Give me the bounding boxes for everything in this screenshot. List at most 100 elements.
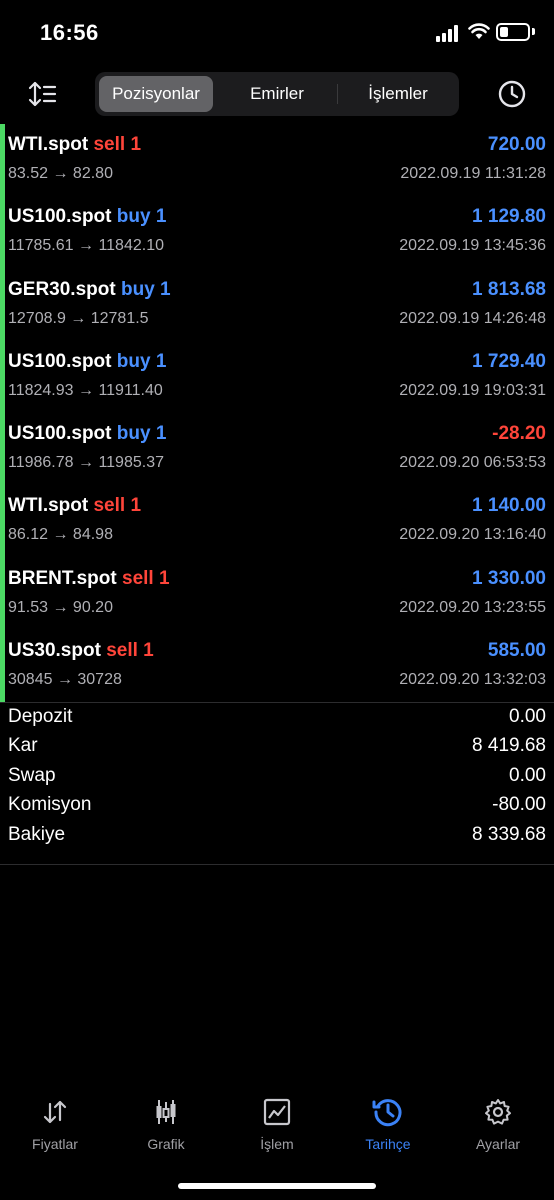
trade-prices: 11824.93 → 11911.40: [8, 381, 163, 399]
tab-emirler[interactable]: Emirler: [219, 76, 335, 112]
trade-side: buy 1: [116, 423, 167, 445]
tab-grafik[interactable]: Grafik: [111, 1090, 221, 1160]
tab-ayarlar[interactable]: Ayarlar: [443, 1090, 553, 1160]
trade-row[interactable]: GER30.spot buy 1 1 813.68 12708.9 → 12781.…: [0, 268, 554, 341]
trade-prices: 86.12 → 84.98: [8, 526, 113, 544]
tab-tarihce[interactable]: Tarihçe: [333, 1090, 443, 1160]
summary-bottom-divider: [0, 864, 554, 865]
trade-time: 2022.09.20 13:23:55: [399, 598, 546, 616]
summary-value: 8 339.68: [472, 823, 546, 845]
cellular-signal-icon: [436, 24, 462, 42]
trade-profit: 1 140.00: [472, 495, 546, 517]
home-indicator: [178, 1183, 376, 1189]
trade-profit: 1 129.80: [472, 206, 546, 228]
segmented-control: Pozisyonlar Emirler İşlemler: [95, 72, 459, 116]
trade-time: 2022.09.19 14:26:48: [399, 309, 546, 327]
trade-side: sell 1: [93, 495, 142, 517]
trade-prices: 83.52 → 82.80: [8, 165, 113, 182]
quotes-arrows-icon: [43, 1100, 67, 1124]
trade-title: US30.spot sell 1: [8, 640, 154, 662]
trade-row[interactable]: US100.spot buy 1 1 129.80 11785.61 → 11842…: [0, 196, 554, 269]
segment-divider: [337, 84, 338, 104]
trade-profit: 1 330.00: [472, 567, 546, 589]
trade-symbol: GER30.spot: [8, 278, 116, 300]
tab-pozisyonlar[interactable]: Pozisyonlar: [99, 76, 213, 112]
summary-row-kar: Kar 8 419.68: [0, 732, 554, 761]
trade-line-chart-icon: [263, 1098, 291, 1126]
trade-prices: 11785.61 → 11842.10: [8, 237, 164, 255]
trade-prices: 12708.9 → 12781.5: [8, 309, 149, 327]
trade-title: US100.spot buy 1: [8, 423, 166, 445]
top-bar: Pozisyonlar Emirler İşlemler: [0, 70, 554, 118]
summary-label: Kar: [8, 735, 38, 757]
trade-title: BRENT.spot sell 1: [8, 568, 170, 590]
trade-symbol: WTI.spot: [8, 134, 89, 155]
trade-profit: -28.20: [492, 423, 546, 445]
battery-tip: [532, 28, 535, 35]
trade-row[interactable]: WTI.spot sell 1 1 140.00 86.12 → 84.98 2022…: [0, 485, 554, 558]
sort-icon[interactable]: [28, 80, 58, 108]
trade-row[interactable]: US100.spot buy 1 1 729.40 11824.93 → 11911…: [0, 340, 554, 414]
tab-label: Fiyatlar: [32, 1136, 78, 1152]
summary-label: Swap: [8, 764, 56, 786]
trade-time: 2022.09.19 19:03:31: [399, 381, 546, 399]
trade-symbol: US100.spot: [8, 206, 112, 228]
trade-title: WTI.spot sell 1: [8, 495, 141, 517]
history-clock-icon[interactable]: [496, 78, 528, 110]
trade-time: 2022.09.20 13:16:40: [399, 526, 546, 544]
summary: Depozit 0.00 Kar 8 419.68 Swap 0.00 Komi…: [0, 702, 554, 850]
trade-time: 2022.09.19 11:31:28: [400, 165, 546, 182]
tab-islemler[interactable]: İşlemler: [341, 76, 455, 112]
trade-profit: 1 729.40: [472, 350, 546, 372]
battery-icon: [496, 23, 530, 41]
tab-label: Ayarlar: [475, 1136, 521, 1152]
summary-label: Komisyon: [8, 794, 92, 816]
summary-value: 0.00: [509, 706, 546, 727]
status-bar: 16:56: [0, 0, 554, 66]
trade-time: 2022.09.20 13:32:03: [399, 671, 546, 689]
gear-icon: [485, 1099, 511, 1125]
bottom-tab-bar: Fiyatlar Grafik İşlem Tarihçe Ayarlar: [0, 1090, 554, 1160]
trade-symbol: US30.spot: [8, 640, 101, 662]
summary-label: Depozit: [8, 706, 73, 727]
summary-label: Bakiye: [8, 823, 66, 845]
trade-symbol: WTI.spot: [8, 495, 89, 517]
trade-title: WTI.spot sell 1: [8, 134, 141, 156]
trade-profit: 720.00: [487, 134, 546, 155]
summary-row-bakiye: Bakiye 8 339.68: [0, 821, 554, 850]
trade-time: 2022.09.20 06:53:53: [399, 454, 546, 472]
trade-title: US100.spot buy 1: [8, 206, 166, 228]
trade-prices: 91.53 → 90.20: [8, 598, 113, 616]
trade-prices: 30845 → 30728: [8, 671, 122, 689]
trade-row[interactable]: US30.spot sell 1 585.00 30845 → 30728 2022.…: [0, 630, 554, 703]
summary-value: -80.00: [492, 794, 546, 816]
tab-islem[interactable]: İşlem: [222, 1090, 332, 1160]
tab-label: Tarihçe: [365, 1136, 411, 1152]
trade-side: buy 1: [116, 350, 167, 372]
trade-side: buy 1: [116, 206, 167, 228]
tab-fiyatlar[interactable]: Fiyatlar: [0, 1090, 110, 1160]
trade-symbol: US100.spot: [8, 350, 112, 372]
trade-symbol: US100.spot: [8, 423, 112, 445]
trade-side: sell 1: [122, 567, 170, 589]
trade-title: US100.spot buy 1: [8, 351, 166, 373]
trade-row[interactable]: WTI.spot sell 1 720.00 83.52 → 82.80 2022.0…: [0, 124, 554, 197]
trade-row[interactable]: US100.spot buy 1 -28.20 11986.78 → 11985.3…: [0, 413, 554, 486]
trade-symbol: BRENT.spot: [8, 567, 117, 589]
summary-row-komisyon: Komisyon -80.00: [0, 791, 554, 820]
status-time: 16:56: [40, 20, 99, 45]
history-clock-icon: [372, 1099, 402, 1127]
trade-prices: 11986.78 → 11985.37: [8, 454, 164, 472]
trade-list: WTI.spot sell 1 720.00 83.52 → 82.80 2022.0…: [0, 124, 554, 703]
trade-profit: 1 813.68: [472, 278, 546, 300]
summary-value: 0.00: [509, 764, 546, 786]
tab-label: İşlem: [260, 1136, 294, 1152]
trade-time: 2022.09.19 13:45:36: [399, 237, 546, 255]
trade-side: sell 1: [93, 134, 142, 155]
wifi-icon: [468, 23, 490, 39]
candlestick-chart-icon: [156, 1100, 176, 1124]
trade-profit: 585.00: [487, 640, 546, 662]
summary-row-swap: Swap 0.00: [0, 762, 554, 791]
summary-value: 8 419.68: [472, 735, 546, 757]
trade-row[interactable]: BRENT.spot sell 1 1 330.00 91.53 → 90.20 20…: [0, 557, 554, 631]
